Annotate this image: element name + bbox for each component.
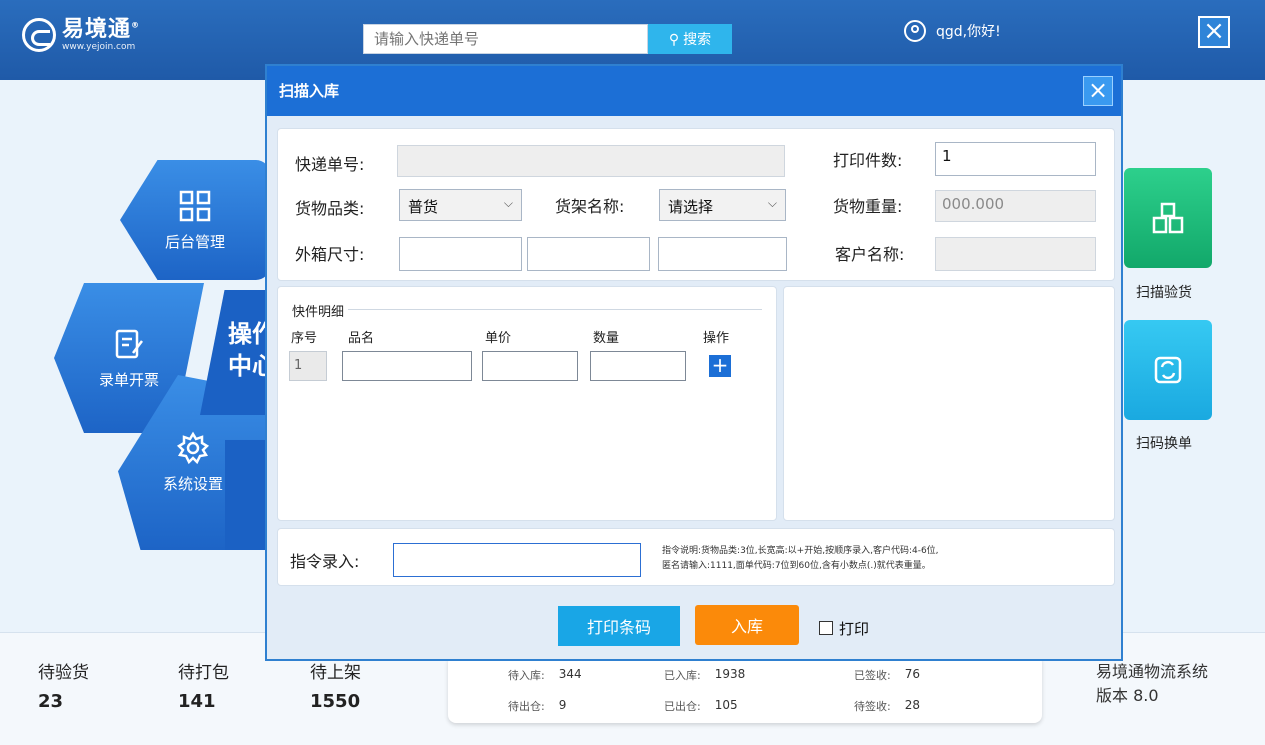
version-number: 版本 8.0 — [1096, 686, 1159, 705]
stat-pending-pack[interactable]: 待打包 141 — [178, 658, 229, 712]
command-input[interactable] — [393, 543, 641, 577]
package-detail-section: 快件明细 序号 品名 单价 数量 操作 1 + — [277, 286, 777, 521]
nav-order-label: 录单开票 — [98, 370, 159, 389]
summary-pending-sign: 待签收: 28 — [854, 698, 920, 713]
command-hint: 指令说明:货物品类:3位,长宽高:以+开始,按顺序录入,客户代码:4-6位, 匿… — [662, 546, 939, 571]
nav-scan-swap[interactable] — [1124, 320, 1212, 420]
weight-label: 货物重量: — [833, 197, 903, 216]
summary-pending-out: 待出仓: 9 — [508, 698, 567, 713]
col-header-no: 序号 — [291, 331, 318, 346]
col-header-name: 品名 — [348, 331, 375, 346]
item-name-field[interactable] — [342, 351, 472, 381]
detail-group-title: 快件明细 — [292, 305, 345, 320]
edit-document-icon — [115, 329, 143, 358]
search-button-label: 搜索 — [683, 31, 712, 47]
inbound-form-section: 快递单号: 打印件数: 1 货物品类: 普货 ⌵ 货架名称: 请选择 ⌵ 货物重量:… — [277, 128, 1115, 281]
summary-out: 已出仓: 105 — [664, 698, 738, 713]
nav-scan-check[interactable] — [1124, 168, 1212, 268]
nav-backend-management[interactable]: 后台管理 — [120, 160, 270, 280]
print-count-label: 打印件数: — [833, 151, 903, 170]
box-width-field[interactable] — [527, 237, 650, 271]
chevron-down-icon: ⌵ — [767, 196, 777, 210]
weight-field[interactable]: 000.000 — [935, 190, 1096, 222]
command-label: 指令录入: — [290, 552, 360, 571]
app-close-button[interactable]: × — [1198, 16, 1230, 48]
tracking-number-field[interactable] — [397, 145, 785, 177]
stat-pending-shelve[interactable]: 待上架 1550 — [310, 658, 361, 712]
box-size-label: 外箱尺寸: — [295, 245, 365, 264]
system-name: 易境通物流系统 — [1096, 662, 1209, 681]
tracking-label: 快递单号: — [295, 155, 365, 174]
grid-icon — [179, 190, 211, 221]
print-checkbox-label: 打印 — [839, 620, 870, 638]
scan-swap-label: 扫码换单 — [1136, 436, 1192, 452]
nav-hex-partial — [225, 440, 270, 550]
customer-name-field[interactable] — [935, 237, 1096, 271]
logo-icon — [22, 18, 56, 52]
print-barcode-button[interactable]: 打印条码 — [558, 606, 680, 646]
gear-icon — [176, 431, 210, 465]
shelf-label: 货架名称: — [555, 197, 625, 216]
user-icon — [904, 20, 926, 42]
search-icon: ⚲ — [668, 30, 680, 47]
detail-divider — [348, 309, 762, 310]
warehouse-summary-panel: 待入库: 344 已入库: 1938 已签收: 76 待出仓: 9 已出仓: 105 待签… — [448, 655, 1042, 723]
user-greeting: qgd,你好! — [936, 24, 1001, 40]
logo-url: www.yejoin.com — [62, 41, 136, 52]
shelf-select[interactable]: 请选择 ⌵ — [659, 189, 786, 221]
store-button[interactable]: 入库 — [695, 605, 799, 645]
dialog-close-button[interactable]: × — [1083, 76, 1113, 106]
app-logo: 易境通® www.yejoin.com — [22, 18, 140, 52]
col-header-price: 单价 — [485, 331, 512, 346]
summary-signed: 已签收: 76 — [854, 667, 920, 682]
row-number-field: 1 — [289, 351, 327, 381]
col-header-action: 操作 — [703, 331, 730, 346]
shelf-value: 请选择 — [668, 198, 714, 216]
system-version: 易境通物流系统 版本 8.0 — [1096, 660, 1208, 708]
nav-settings-label: 系统设置 — [162, 475, 223, 493]
category-value: 普货 — [408, 198, 439, 216]
item-qty-field[interactable] — [590, 351, 686, 381]
summary-stored: 已入库: 1938 — [664, 667, 746, 682]
box-height-field[interactable] — [658, 237, 787, 271]
tracking-search-input[interactable] — [363, 24, 648, 54]
category-label: 货物品类: — [295, 199, 365, 218]
preview-panel — [783, 286, 1115, 521]
user-info[interactable]: qgd,你好! — [904, 20, 1001, 42]
box-length-field[interactable] — [399, 237, 522, 271]
customer-label: 客户名称: — [835, 245, 905, 264]
search-button[interactable]: ⚲ 搜索 — [648, 24, 732, 54]
item-price-field[interactable] — [482, 351, 578, 381]
command-section: 指令录入: 指令说明:货物品类:3位,长宽高:以+开始,按顺序录入,客户代码:4… — [277, 528, 1115, 586]
col-header-qty: 数量 — [593, 331, 620, 346]
boxes-icon — [1152, 202, 1184, 234]
scan-inbound-dialog: 扫描入库 × 快递单号: 打印件数: 1 货物品类: 普货 ⌵ 货架名称: 请选择… — [265, 64, 1123, 661]
logo-name: 易境通 — [62, 16, 132, 42]
chevron-down-icon: ⌵ — [503, 196, 513, 210]
stat-pending-check[interactable]: 待验货 23 — [38, 658, 89, 712]
swap-icon — [1154, 356, 1182, 384]
category-select[interactable]: 普货 ⌵ — [399, 189, 522, 221]
add-row-button[interactable]: + — [709, 355, 731, 377]
print-checkbox[interactable] — [819, 621, 833, 635]
dialog-title: 扫描入库 — [267, 66, 1121, 116]
nav-backend-label: 后台管理 — [164, 232, 225, 251]
summary-pending-in: 待入库: 344 — [508, 667, 582, 682]
scan-check-label: 扫描验货 — [1136, 285, 1192, 301]
print-count-field[interactable]: 1 — [935, 142, 1096, 176]
